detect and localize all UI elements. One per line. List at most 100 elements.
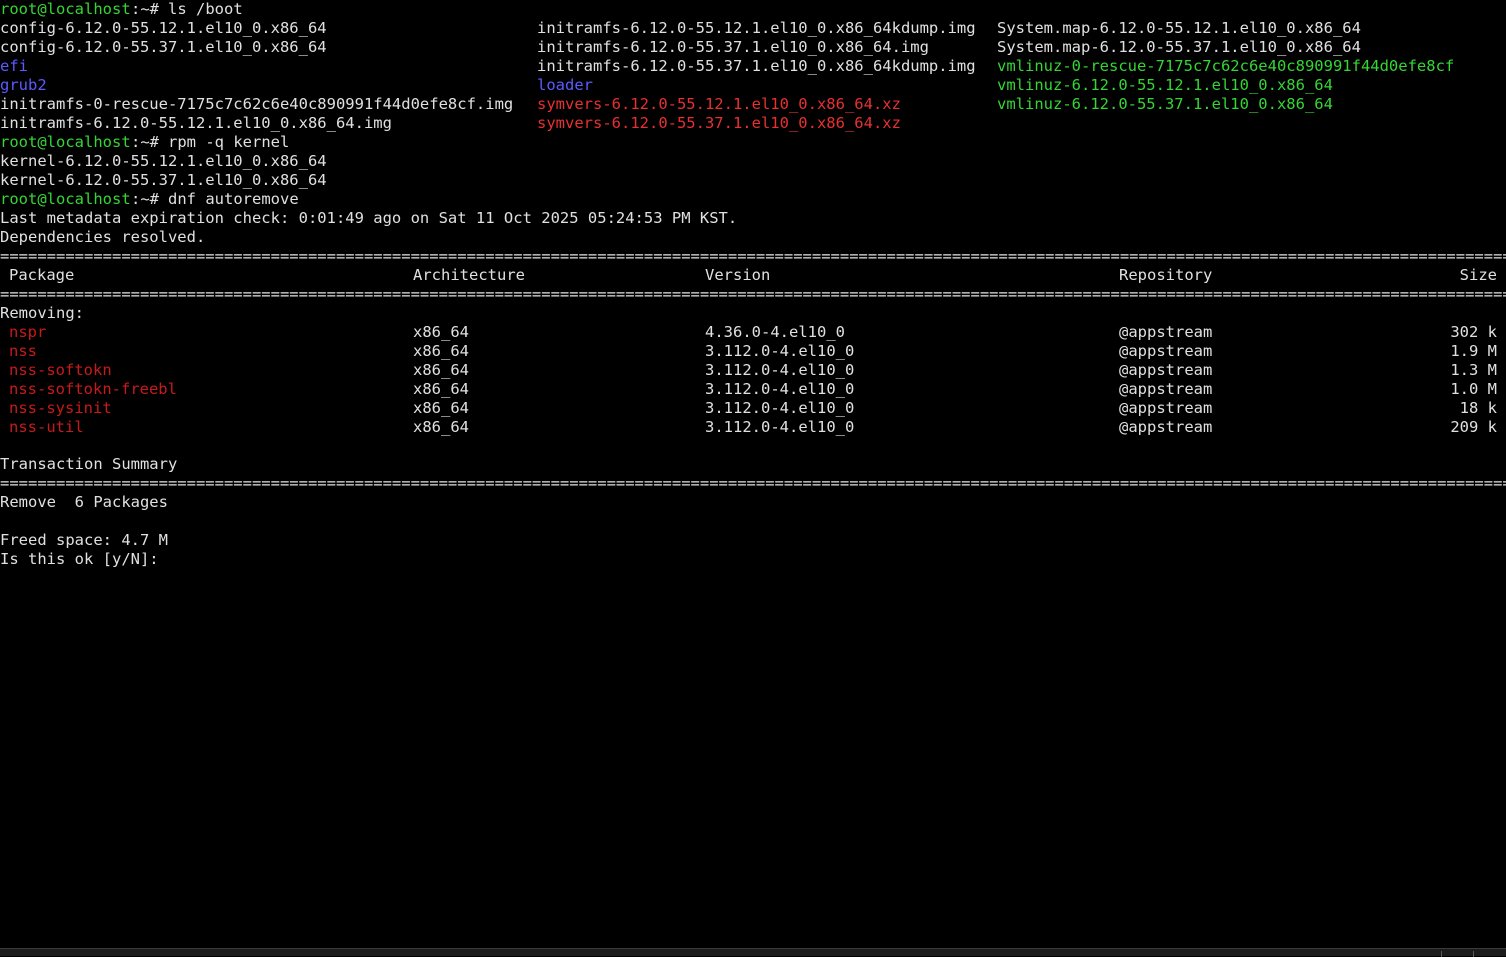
pkg-version: 4.36.0-4.el10_0: [705, 323, 845, 341]
pkg-repo: @appstream: [1119, 342, 1213, 360]
pkg-repo: @appstream: [1119, 323, 1213, 341]
table-row: nss-softokn x86_64 3.112.0-4.el10_0 @app…: [0, 361, 1506, 380]
ls-entry-dir: efi: [0, 57, 28, 75]
ls-row: config-6.12.0-55.37.1.el10_0.x86_64 init…: [0, 38, 1506, 57]
pkg-name: nss-util: [9, 418, 84, 436]
pkg-version: 3.112.0-4.el10_0: [705, 380, 855, 398]
ls-entry: config-6.12.0-55.12.1.el10_0.x86_64: [0, 19, 327, 37]
prompt-user: root@localhost: [0, 190, 131, 208]
freed-space-text: Freed space: 4.7 M: [0, 531, 168, 549]
terminal-window[interactable]: root@localhost :~# ls /boot config-6.12.…: [0, 0, 1506, 948]
command-text: dnf autoremove: [168, 190, 299, 208]
separator-rule: ========================================…: [0, 247, 1506, 265]
pkg-version: 3.112.0-4.el10_0: [705, 361, 855, 379]
ls-entry-archive: symvers-6.12.0-55.37.1.el10_0.x86_64.xz: [537, 114, 901, 132]
pkg-arch: x86_64: [413, 399, 469, 417]
rpm-output-line: kernel-6.12.0-55.37.1.el10_0.x86_64: [0, 171, 1506, 190]
ls-entry: initramfs-6.12.0-55.12.1.el10_0.x86_64kd…: [537, 19, 976, 37]
separator-rule: ========================================…: [0, 285, 1506, 303]
ls-entry: initramfs-0-rescue-7175c7c62c6e40c890991…: [0, 95, 514, 113]
rpm-output-text: kernel-6.12.0-55.37.1.el10_0.x86_64: [0, 171, 327, 189]
confirm-prompt[interactable]: Is this ok [y/N]:: [0, 550, 168, 569]
header-arch: Architecture: [413, 266, 525, 284]
ls-row: grub2 loader vmlinuz-6.12.0-55.12.1.el10…: [0, 76, 1506, 95]
pkg-name: nss-softokn-freebl: [9, 380, 177, 398]
ls-entry-dir: loader: [537, 76, 593, 94]
pkg-arch: x86_64: [413, 361, 469, 379]
freed-space-line: Freed space: 4.7 M: [0, 531, 1506, 550]
rpm-output-text: kernel-6.12.0-55.12.1.el10_0.x86_64: [0, 152, 327, 170]
status-divider: [1441, 951, 1442, 957]
ls-entry-exec: vmlinuz-0-rescue-7175c7c62c6e40c890991f4…: [997, 57, 1455, 75]
command-text: rpm -q kernel: [168, 133, 290, 151]
command-line-dnf: root@localhost :~# dnf autoremove: [0, 190, 1506, 209]
table-row: nss-sysinit x86_64 3.112.0-4.el10_0 @app…: [0, 399, 1506, 418]
ls-entry: initramfs-6.12.0-55.37.1.el10_0.x86_64kd…: [537, 57, 976, 75]
bottom-status-bar: [0, 948, 1506, 957]
deps-text: Dependencies resolved.: [0, 228, 206, 246]
table-header: Package Architecture Version Repository …: [0, 266, 1506, 285]
metadata-line: Last metadata expiration check: 0:01:49 …: [0, 209, 1506, 228]
section-label: Removing:: [0, 304, 1506, 323]
summary-heading-text: Transaction Summary: [0, 455, 178, 473]
ls-entry-archive: symvers-6.12.0-55.12.1.el10_0.x86_64.xz: [537, 95, 901, 113]
pkg-size: 1.9 M: [1450, 342, 1497, 360]
ls-entry: initramfs-6.12.0-55.37.1.el10_0.x86_64.i…: [537, 38, 929, 56]
ls-row: initramfs-0-rescue-7175c7c62c6e40c890991…: [0, 95, 1506, 114]
ls-entry: initramfs-6.12.0-55.12.1.el10_0.x86_64.i…: [0, 114, 392, 132]
ls-entry-dir: grub2: [0, 76, 47, 94]
table-row: nss x86_64 3.112.0-4.el10_0 @appstream 1…: [0, 342, 1506, 361]
ls-row: efi initramfs-6.12.0-55.37.1.el10_0.x86_…: [0, 57, 1506, 76]
pkg-repo: @appstream: [1119, 380, 1213, 398]
pkg-size: 209 k: [1450, 418, 1497, 436]
pkg-size: 18 k: [1459, 399, 1497, 417]
summary-heading: Transaction Summary: [0, 455, 1506, 474]
pkg-name: nss-sysinit: [9, 399, 112, 417]
pkg-size: 1.0 M: [1450, 380, 1497, 398]
prompt-tail: :~#: [131, 190, 169, 208]
command-line-ls: root@localhost :~# ls /boot: [0, 0, 1506, 19]
command-line-rpm: root@localhost :~# rpm -q kernel: [0, 133, 1506, 152]
pkg-repo: @appstream: [1119, 418, 1213, 436]
ls-entry-exec: vmlinuz-6.12.0-55.12.1.el10_0.x86_64: [997, 76, 1333, 94]
header-version: Version: [705, 266, 771, 284]
pkg-name: nss: [9, 342, 37, 360]
pkg-name: nss-softokn: [9, 361, 112, 379]
confirm-prompt-line[interactable]: Is this ok [y/N]:: [0, 550, 1506, 569]
pkg-arch: x86_64: [413, 418, 469, 436]
separator-rule: ========================================…: [0, 474, 1506, 492]
pkg-name: nspr: [9, 323, 47, 341]
prompt-tail: :~#: [131, 0, 169, 18]
status-divider: [1473, 951, 1474, 957]
pkg-version: 3.112.0-4.el10_0: [705, 418, 855, 436]
pkg-version: 3.112.0-4.el10_0: [705, 342, 855, 360]
table-row: nss-softokn-freebl x86_64 3.112.0-4.el10…: [0, 380, 1506, 399]
section-label-text: Removing:: [0, 304, 84, 322]
pkg-repo: @appstream: [1119, 361, 1213, 379]
pkg-size: 1.3 M: [1450, 361, 1497, 379]
command-text: ls /boot: [168, 0, 243, 18]
pkg-arch: x86_64: [413, 323, 469, 341]
table-row: nspr x86_64 4.36.0-4.el10_0 @appstream 3…: [0, 323, 1506, 342]
prompt-user: root@localhost: [0, 0, 131, 18]
metadata-text: Last metadata expiration check: 0:01:49 …: [0, 209, 738, 227]
ls-entry-exec: vmlinuz-6.12.0-55.37.1.el10_0.x86_64: [997, 95, 1333, 113]
rpm-output-line: kernel-6.12.0-55.12.1.el10_0.x86_64: [0, 152, 1506, 171]
ls-entry: System.map-6.12.0-55.37.1.el10_0.x86_64: [997, 38, 1361, 56]
ls-row: initramfs-6.12.0-55.12.1.el10_0.x86_64.i…: [0, 114, 1506, 133]
table-row: nss-util x86_64 3.112.0-4.el10_0 @appstr…: [0, 418, 1506, 437]
pkg-version: 3.112.0-4.el10_0: [705, 399, 855, 417]
prompt-tail: :~#: [131, 133, 169, 151]
pkg-arch: x86_64: [413, 380, 469, 398]
prompt-user: root@localhost: [0, 133, 131, 151]
deps-line: Dependencies resolved.: [0, 228, 1506, 247]
header-size: Size: [1459, 266, 1497, 284]
pkg-arch: x86_64: [413, 342, 469, 360]
ls-row: config-6.12.0-55.12.1.el10_0.x86_64 init…: [0, 19, 1506, 38]
remove-count-text: Remove 6 Packages: [0, 493, 168, 511]
pkg-repo: @appstream: [1119, 399, 1213, 417]
header-package: Package: [9, 266, 75, 284]
remove-count-line: Remove 6 Packages: [0, 493, 1506, 512]
ls-entry: config-6.12.0-55.37.1.el10_0.x86_64: [0, 38, 327, 56]
header-repo: Repository: [1119, 266, 1213, 284]
